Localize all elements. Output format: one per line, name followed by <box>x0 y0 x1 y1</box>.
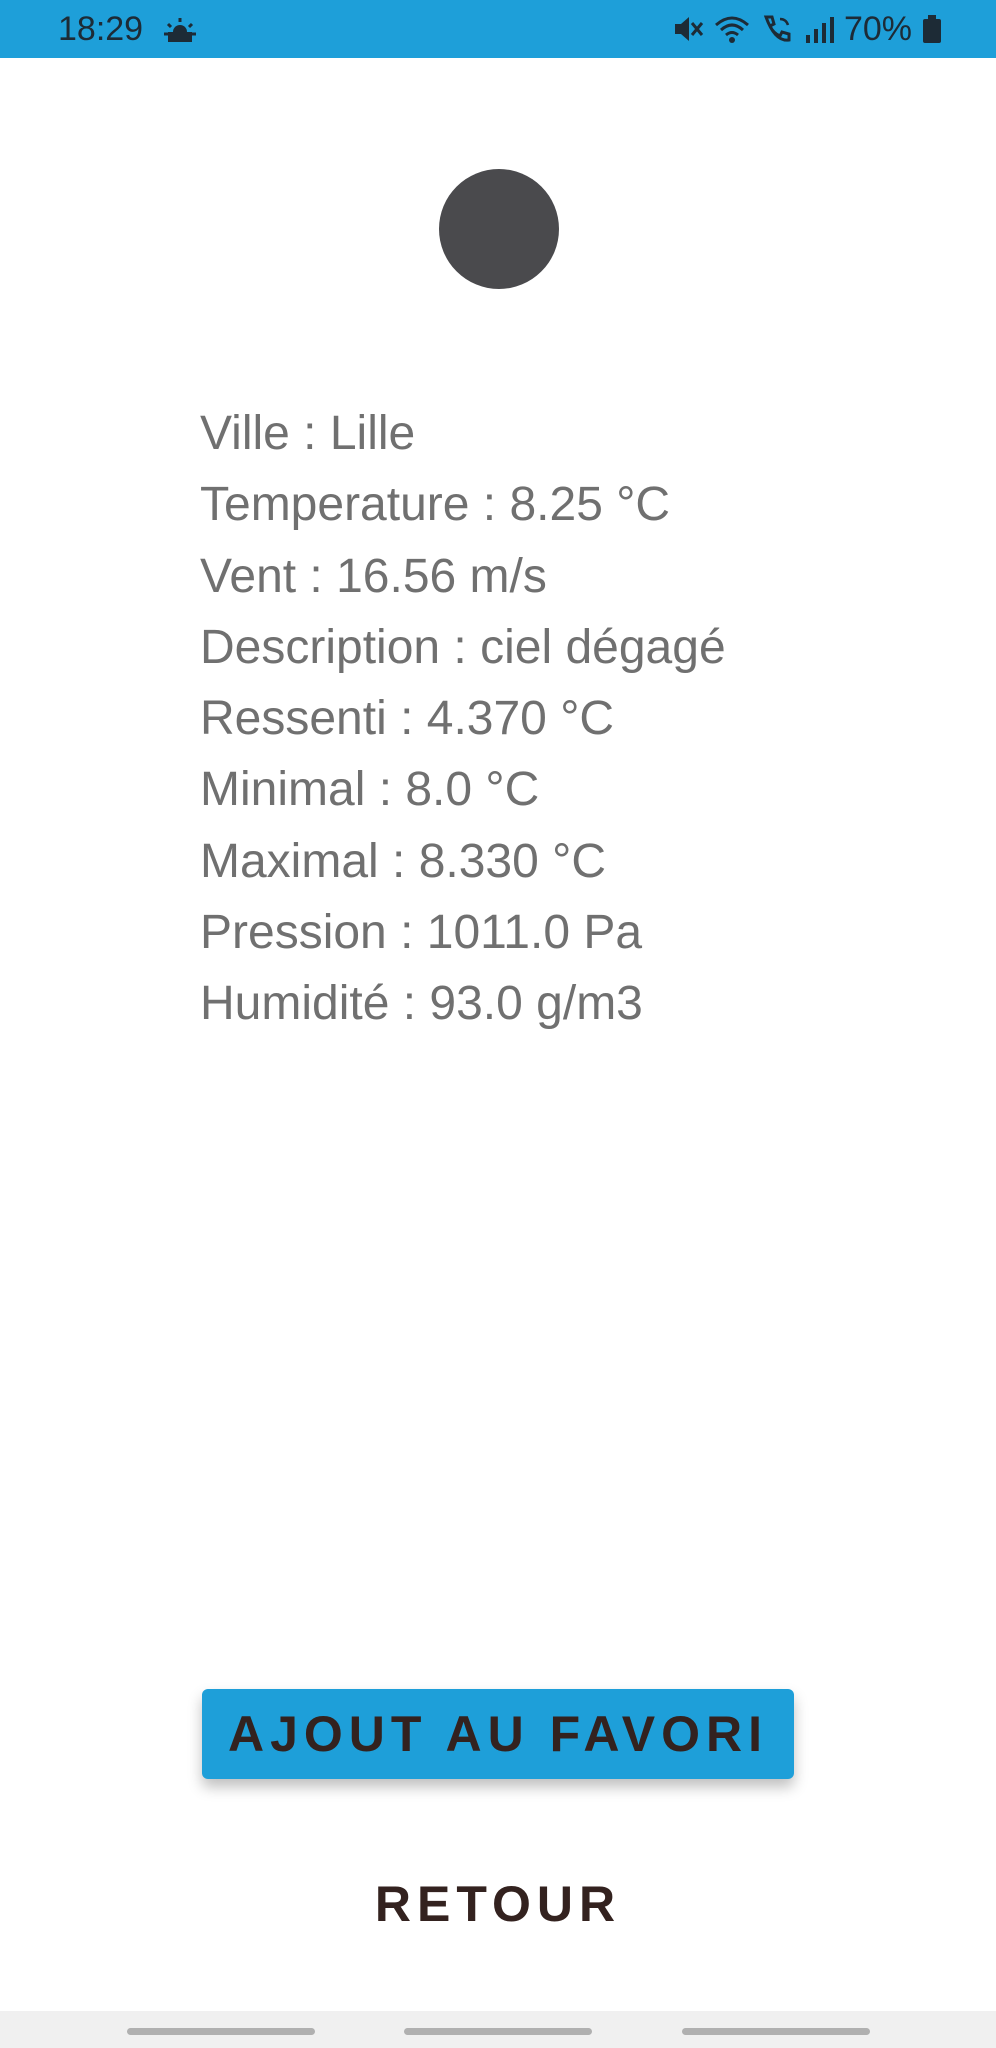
maximum-text: Maximal : 8.330 °C <box>200 834 607 888</box>
status-bar: 18:29 70% <box>0 0 996 58</box>
feels-like-text: Ressenti : 4.370 °C <box>200 692 615 746</box>
weather-icon <box>439 169 559 289</box>
battery-icon <box>923 15 941 43</box>
weather-sun-icon <box>164 18 196 42</box>
signal-icon <box>805 17 834 43</box>
weather-info-list: Ville : Lille Temperature : 8.25 °C Vent… <box>200 398 900 1040</box>
minimum-text: Minimal : 8.0 °C <box>200 763 540 817</box>
status-icons: 70% <box>672 9 942 49</box>
mute-icon <box>674 17 704 41</box>
nav-recents-handle[interactable] <box>127 2028 315 2035</box>
description-text: Description : ciel dégagé <box>200 620 726 674</box>
humidity-text: Humidité : 93.0 g/m3 <box>200 977 643 1031</box>
navigation-bar <box>0 2011 996 2048</box>
wifi-icon <box>714 16 749 43</box>
weather-detail-screen: 18:29 70% Ville: Lille Temperature: 8.… <box>0 0 996 2048</box>
wind-text: Vent : 16.56 m/s <box>200 549 547 603</box>
back-button[interactable]: RETOUR <box>300 1862 696 1946</box>
nav-home-handle[interactable] <box>404 2028 592 2035</box>
nav-back-handle[interactable] <box>682 2028 870 2035</box>
battery-percent: 70% <box>843 10 912 48</box>
temperature-text: Temperature : 8.25 °C <box>200 478 671 532</box>
city-text: Ville : Lille <box>200 407 416 460</box>
add-to-favorites-button[interactable]: AJOUT AU FAVORI <box>202 1689 794 1779</box>
pressure-text: Pression : 1011.0 Pa <box>200 906 643 960</box>
status-time: 18:29 <box>58 10 144 48</box>
wifi-call-icon <box>763 15 791 42</box>
